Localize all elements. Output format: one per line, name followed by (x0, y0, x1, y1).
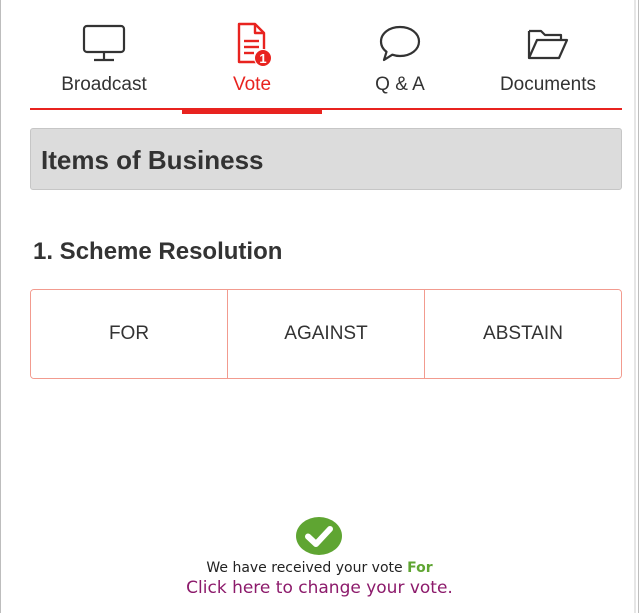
tab-label: Q & A (375, 74, 425, 95)
check-circle-icon (296, 517, 342, 555)
notification-badge: 1 (254, 49, 272, 67)
vote-options: FOR AGAINST ABSTAIN (30, 289, 622, 379)
vote-against-button[interactable]: AGAINST (227, 290, 424, 378)
scrollbar[interactable] (634, 0, 636, 613)
tab-qa[interactable]: Q & A (326, 10, 474, 108)
tab-label: Documents (499, 74, 597, 95)
tab-label: Vote (232, 74, 272, 95)
vote-abstain-button[interactable]: ABSTAIN (424, 290, 621, 378)
tab-label: Broadcast (61, 74, 147, 95)
tab-vote[interactable]: 1 Vote (178, 10, 326, 114)
vote-for-button[interactable]: FOR (31, 290, 227, 378)
confirmation-text: We have received your vote (206, 560, 403, 576)
voted-choice: For (407, 560, 433, 576)
vote-confirmation: We have received your vote For (0, 560, 639, 576)
resolution-title: 1. Scheme Resolution (33, 238, 283, 265)
change-vote-link[interactable]: Click here to change your vote. (0, 578, 639, 598)
section-title: Items of Business (41, 145, 264, 175)
monitor-icon (80, 20, 128, 68)
speech-bubble-icon (376, 20, 424, 68)
section-header: Items of Business (30, 128, 622, 190)
active-tab-indicator (182, 108, 322, 114)
tab-bar: Broadcast 1 Vote Q & A Documents (30, 10, 622, 114)
tab-broadcast[interactable]: Broadcast (30, 10, 178, 108)
tab-documents[interactable]: Documents (474, 10, 622, 108)
folder-icon (524, 20, 572, 68)
document-icon: 1 (228, 20, 276, 68)
